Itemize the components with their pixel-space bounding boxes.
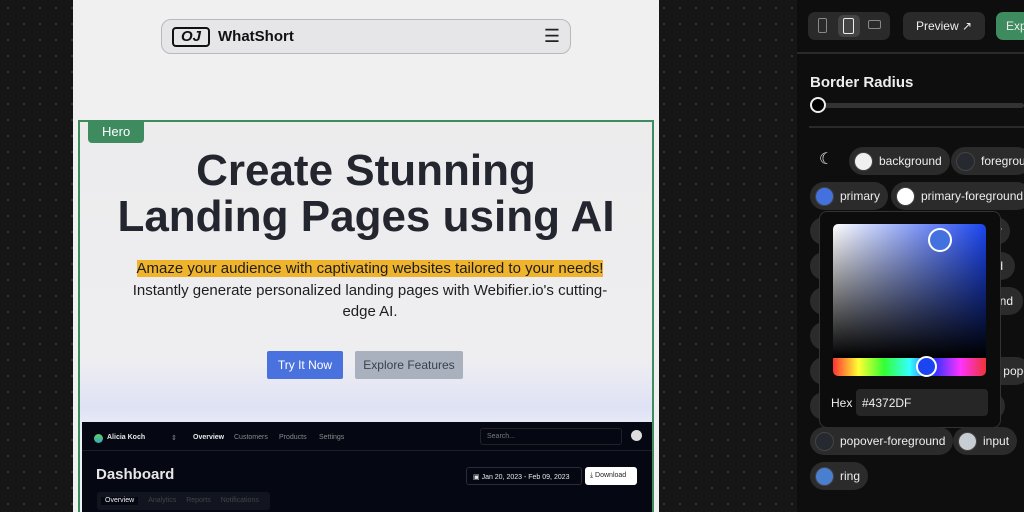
chip-label: popo — [1003, 364, 1024, 378]
hue-handle[interactable] — [916, 356, 937, 377]
headline-line: Landing Pages using AI — [117, 192, 615, 241]
dash-nav-overview[interactable]: Overview — [193, 434, 224, 441]
color-chip-input[interactable]: input — [953, 427, 1018, 455]
explore-features-button[interactable]: Explore Features — [355, 351, 463, 379]
tab-analytics[interactable]: Analytics — [148, 497, 176, 505]
tablet-icon — [843, 18, 854, 34]
laptop-icon[interactable] — [868, 20, 881, 29]
color-picker-popover: Hex #4372DF — [819, 211, 1001, 428]
saturation-handle[interactable] — [928, 228, 952, 252]
device-toggle — [808, 12, 890, 40]
avatar[interactable] — [631, 430, 642, 441]
hex-label: Hex — [831, 396, 853, 410]
tab-overview[interactable]: Overview — [101, 497, 139, 505]
logo: OJ — [172, 26, 210, 47]
preview-page: OJ WhatShort ☰ Hero Create Stunning Landi… — [73, 0, 659, 512]
swatch — [815, 186, 834, 206]
chip-label: background — [879, 154, 942, 168]
chip-label: nd — [999, 294, 1013, 308]
border-radius-slider[interactable] — [811, 103, 1024, 108]
preview-button[interactable]: Preview ↗ — [903, 12, 985, 40]
dash-nav-products[interactable]: Products — [279, 434, 307, 441]
try-it-now-button[interactable]: Try It Now — [267, 351, 343, 379]
export-button[interactable]: Exp — [996, 12, 1024, 40]
color-chip-popover-foreground[interactable]: popover-foreground — [810, 427, 954, 455]
subtitle-text: Instantly generate personalized landing … — [132, 281, 608, 321]
download-button[interactable]: ⤓ Download — [585, 467, 637, 485]
color-chip-background[interactable]: background — [849, 147, 950, 175]
hex-input[interactable]: #4372DF — [856, 389, 988, 416]
date-range: Jan 20, 2023 - Feb 09, 2023 — [481, 474, 570, 481]
swatch — [815, 466, 834, 486]
hero-section-tag: Hero — [88, 120, 145, 143]
color-chip-ring[interactable]: ring — [810, 462, 869, 490]
swatch — [815, 431, 834, 451]
hue-slider[interactable] — [833, 358, 986, 376]
hero-headline: Create Stunning Landing Pages using AI — [80, 148, 652, 240]
swatch — [956, 151, 975, 171]
dash-search-input[interactable]: Search... — [480, 428, 622, 445]
dashboard-preview: Alicia Koch ⇕ Overview Customers Product… — [82, 422, 652, 512]
preview-label: Preview — [915, 19, 959, 33]
color-chip-primary[interactable]: primary — [810, 182, 889, 210]
swatch — [958, 431, 977, 451]
tab-reports[interactable]: Reports — [186, 497, 211, 505]
user-switcher[interactable]: Alicia Koch — [107, 434, 145, 441]
theme-panel: Preview ↗ Exp Border Radius ☾ background… — [797, 0, 1024, 512]
border-radius-label: Border Radius — [810, 74, 914, 91]
dash-title: Dashboard — [96, 466, 175, 483]
user-avatar — [94, 434, 103, 443]
tablet-button[interactable] — [838, 15, 860, 37]
tab-notifications[interactable]: Notifications — [221, 497, 259, 505]
navbar: OJ WhatShort ☰ — [161, 19, 571, 54]
date-range-picker[interactable]: ▣ Jan 20, 2023 - Feb 09, 2023 — [466, 467, 582, 485]
swatch — [854, 151, 873, 171]
moon-icon[interactable]: ☾ — [819, 149, 833, 169]
hero-section[interactable]: Hero Create Stunning Landing Pages using … — [78, 120, 654, 512]
mobile-icon[interactable] — [818, 18, 827, 33]
chip-label: foregrou — [981, 154, 1024, 168]
brand-name[interactable]: WhatShort — [218, 28, 294, 45]
dash-nav-settings[interactable]: Settings — [319, 434, 344, 441]
chip-label: popover-foreground — [840, 434, 946, 448]
slider-thumb[interactable] — [810, 97, 826, 113]
chip-label: primary-foreground — [921, 189, 1024, 203]
hero-subtitle: Amaze your audience with captivating web… — [120, 258, 620, 323]
dash-nav-customers[interactable]: Customers — [234, 434, 268, 441]
color-chip-foreground[interactable]: foregrou — [951, 147, 1024, 175]
download-label: Download — [595, 472, 627, 479]
swatch — [896, 186, 915, 206]
dash-tabs: Overview Analytics Reports Notifications — [97, 492, 270, 510]
hamburger-menu-icon[interactable]: ☰ — [544, 26, 560, 47]
saturation-value-area[interactable] — [833, 224, 986, 358]
chip-label: ring — [840, 469, 861, 483]
chip-label: primary — [840, 189, 881, 203]
external-link-icon: ↗ — [961, 19, 973, 33]
chip-label: input — [983, 434, 1010, 448]
headline-line: Create Stunning — [196, 146, 536, 195]
color-chip-primary-foreground[interactable]: primary-foreground — [891, 182, 1024, 210]
highlighted-text: Amaze your audience with captivating web… — [136, 260, 604, 277]
